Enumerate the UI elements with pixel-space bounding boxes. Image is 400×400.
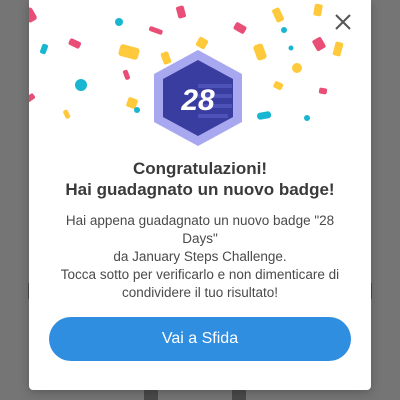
badge-number: 28	[180, 84, 215, 117]
message-line: condividere il tuo risultato!	[121, 285, 279, 300]
go-to-challenge-button[interactable]: Vai a Sfida	[49, 317, 351, 361]
badge-dialog: 28 Congratulazioni! Hai guadagnato un nu…	[29, 0, 371, 390]
background-bar	[144, 390, 158, 400]
title-line-2: Hai guadagnato un nuovo badge!	[65, 180, 335, 199]
dialog-message: Hai appena guadagnato un nuovo badge "28…	[41, 212, 359, 302]
background-bar	[232, 390, 246, 400]
title-line-1: Congratulazioni!	[132, 159, 268, 178]
close-icon	[335, 14, 351, 30]
message-line: Days"	[182, 231, 218, 246]
badge-28-icon: 28	[150, 48, 246, 148]
dialog-title: Congratulazioni! Hai guadagnato un nuovo…	[39, 158, 361, 200]
message-line: da January Steps Challenge.	[113, 249, 287, 264]
close-button[interactable]	[331, 10, 355, 34]
message-line: Hai appena guadagnato un nuovo badge "28	[65, 213, 335, 228]
message-line: Tocca sotto per verificarlo e non diment…	[60, 267, 340, 282]
